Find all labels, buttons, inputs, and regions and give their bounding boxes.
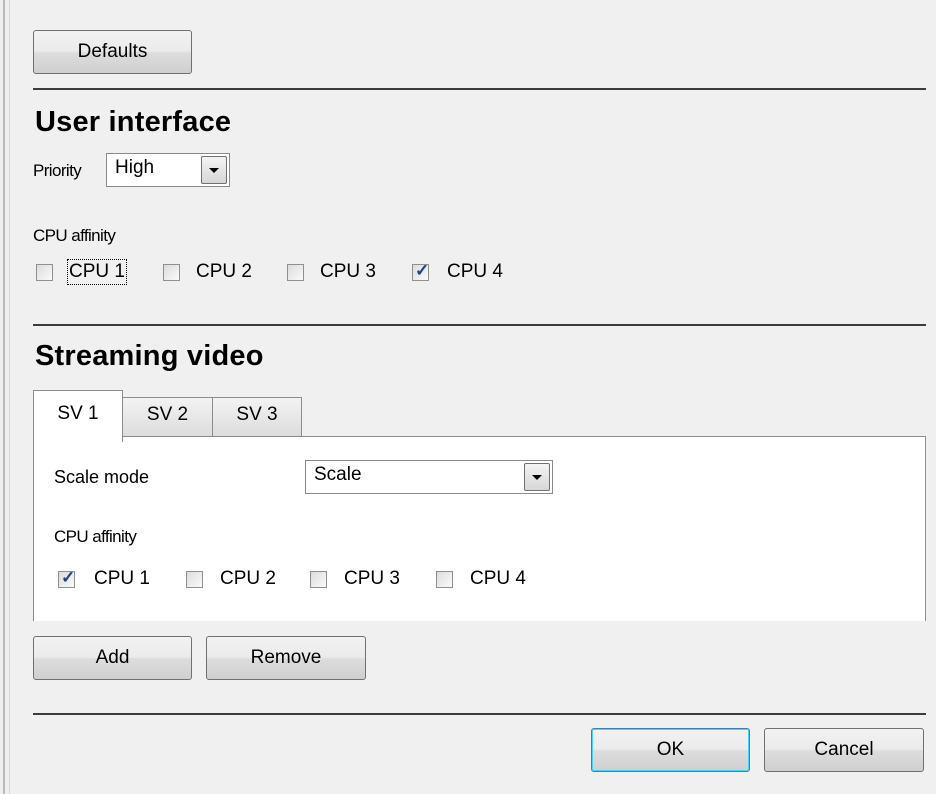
add-button[interactable]: Add [33,636,192,680]
priority-label: Priority [33,161,82,180]
chevron-down-icon[interactable] [201,156,227,184]
add-button-label: Add [95,647,130,668]
tab-panel: Scale mode Scale CPU affinity ✓ CPU 1 CP… [33,436,926,621]
checkmark-icon: ✓ [61,568,76,587]
defaults-button[interactable]: Defaults [33,30,192,74]
ui-cpu3-label[interactable]: CPU 3 [320,261,376,283]
window-left-edge [0,0,10,794]
cancel-button[interactable]: Cancel [764,728,924,772]
ok-button[interactable]: OK [591,728,750,772]
tab-sv3[interactable]: SV 3 [212,397,302,437]
tab-sv3-label: SV 3 [236,404,278,425]
ui-cpu2-checkbox[interactable] [163,264,180,281]
tab-sv2-label: SV 2 [146,404,189,425]
streaming-video-heading: Streaming video [35,340,264,372]
cancel-button-label: Cancel [814,739,874,760]
sv-cpu4-checkbox[interactable] [436,571,453,588]
tab-sv2[interactable]: SV 2 [122,397,213,437]
sv-cpu1-label[interactable]: CPU 1 [94,568,150,590]
ui-cpu4-label[interactable]: CPU 4 [447,261,503,283]
separator [33,324,926,326]
ui-cpu3-checkbox[interactable] [287,264,304,281]
sv-cpu4-label[interactable]: CPU 4 [470,568,526,590]
sv-cpu3-checkbox[interactable] [310,571,327,588]
sv-cpu2-checkbox[interactable] [186,571,203,588]
scale-mode-select[interactable]: Scale [305,460,553,494]
defaults-button-label: Defaults [77,41,148,62]
tab-sv1-label: SV 1 [57,403,99,424]
sv-cpu1-checkbox[interactable]: ✓ [58,568,76,588]
priority-select[interactable]: High [106,153,230,187]
ui-cpu1-label[interactable]: CPU 1 [67,259,127,285]
ui-cpu2-label[interactable]: CPU 2 [196,261,252,283]
priority-select-value: High [115,157,155,178]
ui-cpu-affinity-label: CPU affinity [33,226,116,245]
sv-cpu2-label[interactable]: CPU 2 [220,568,276,590]
sv-cpu3-label[interactable]: CPU 3 [344,568,400,590]
scale-mode-value: Scale [314,464,362,485]
ok-button-label: OK [656,739,685,760]
scale-mode-label: Scale mode [54,467,150,487]
checkmark-icon: ✓ [415,261,430,280]
separator [33,88,926,90]
separator [33,713,926,715]
tab-sv1[interactable]: SV 1 [33,390,123,442]
remove-button-label: Remove [250,647,322,668]
ui-cpu1-checkbox[interactable] [36,264,53,281]
ui-cpu4-checkbox[interactable]: ✓ [412,261,430,281]
sv-cpu-affinity-label: CPU affinity [54,527,137,546]
chevron-down-icon[interactable] [524,463,550,491]
user-interface-heading: User interface [35,106,232,138]
remove-button[interactable]: Remove [206,636,366,680]
